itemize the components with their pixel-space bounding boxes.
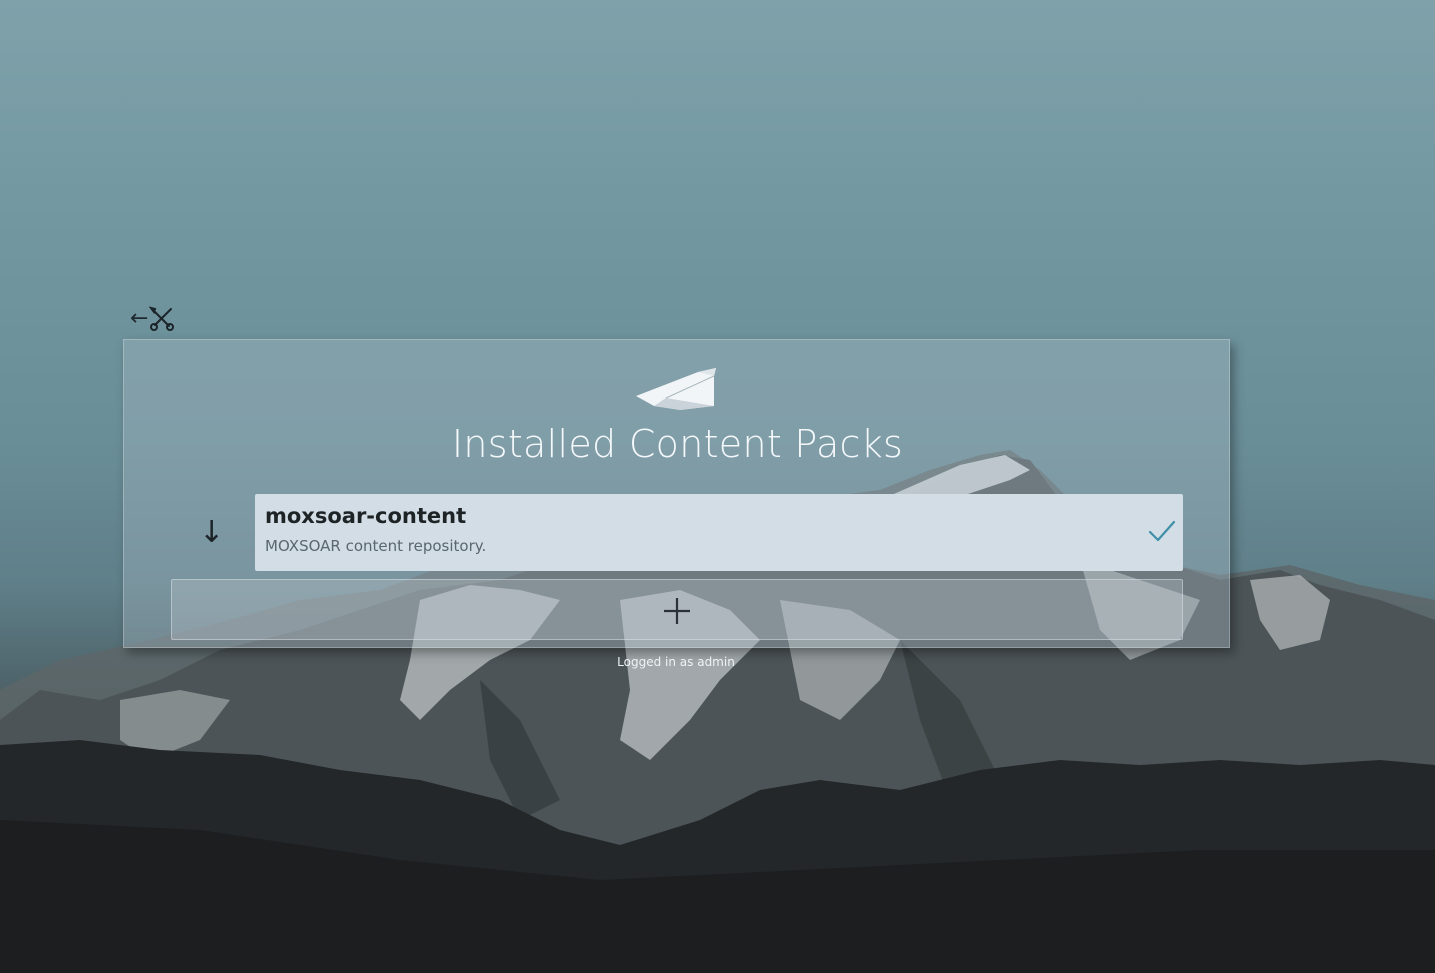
paper-plane-icon bbox=[636, 368, 716, 410]
plus-icon bbox=[664, 598, 690, 624]
down-arrow-icon[interactable]: ↓ bbox=[199, 518, 224, 548]
back-to-settings-button[interactable]: ← bbox=[130, 304, 180, 334]
login-status: Logged in as admin bbox=[617, 655, 735, 669]
page-title: Installed Content Packs bbox=[451, 422, 904, 466]
pack-description: MOXSOAR content repository. bbox=[265, 537, 487, 555]
content-packs-panel: Installed Content Packs ↓ moxsoar-conten… bbox=[123, 339, 1230, 648]
checkmark-icon bbox=[1148, 520, 1176, 542]
left-arrow-icon: ← bbox=[130, 306, 149, 331]
content-pack-item[interactable]: moxsoar-content MOXSOAR content reposito… bbox=[255, 494, 1183, 571]
add-content-pack-button[interactable] bbox=[171, 579, 1183, 640]
wrench-screwdriver-icon bbox=[149, 306, 175, 331]
pack-name: moxsoar-content bbox=[265, 504, 467, 528]
